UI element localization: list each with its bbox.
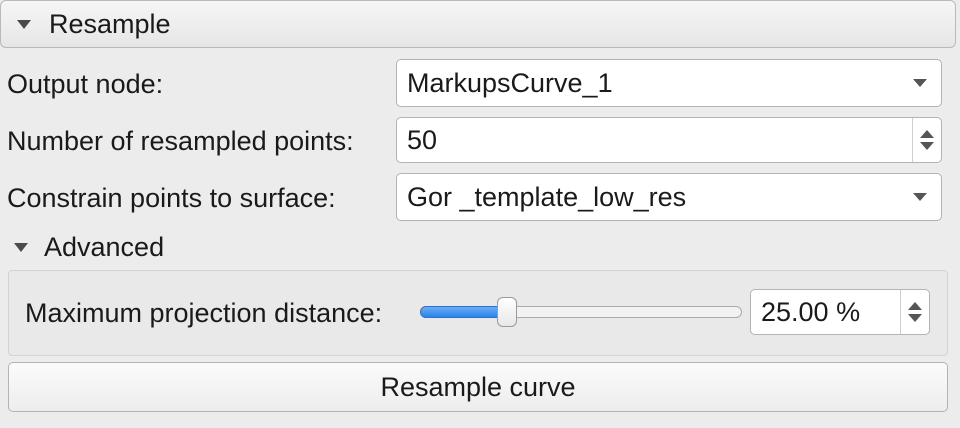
- max-projection-value: 25.00 %: [761, 296, 861, 327]
- output-node-value: MarkupsCurve_1: [407, 67, 613, 98]
- slider-fill: [420, 306, 507, 318]
- resample-section-header[interactable]: Resample: [0, 0, 956, 48]
- max-projection-stepper[interactable]: [900, 290, 929, 334]
- increment-arrow-icon[interactable]: [920, 130, 934, 138]
- output-node-label: Output node:: [7, 69, 164, 99]
- decrement-arrow-icon[interactable]: [920, 142, 934, 150]
- num-points-spinbox[interactable]: 50: [396, 117, 942, 163]
- chevron-down-icon: [913, 79, 927, 87]
- section-title: Resample: [49, 8, 171, 39]
- max-projection-slider[interactable]: [420, 297, 742, 327]
- max-projection-spinbox[interactable]: 25.00 %: [750, 289, 930, 335]
- num-points-label: Number of resampled points:: [7, 126, 354, 156]
- chevron-down-icon: [913, 193, 927, 201]
- num-points-value: 50: [407, 124, 438, 155]
- constrain-surface-label: Constrain points to surface:: [7, 183, 336, 213]
- output-node-combobox[interactable]: MarkupsCurve_1: [396, 59, 942, 107]
- max-projection-label: Maximum projection distance:: [25, 298, 383, 328]
- constrain-surface-value: Gor _template_low_res: [407, 181, 687, 212]
- advanced-section-header[interactable]: Advanced: [14, 230, 164, 264]
- increment-arrow-icon[interactable]: [908, 302, 922, 310]
- advanced-title: Advanced: [44, 231, 165, 262]
- decrement-arrow-icon[interactable]: [908, 314, 922, 322]
- collapse-arrow-icon[interactable]: [17, 19, 31, 29]
- slider-handle[interactable]: [497, 297, 517, 327]
- resample-curve-button[interactable]: Resample curve: [8, 362, 948, 412]
- constrain-surface-combobox[interactable]: Gor _template_low_res: [396, 173, 942, 221]
- collapse-arrow-icon[interactable]: [14, 242, 28, 252]
- num-points-stepper[interactable]: [912, 118, 941, 162]
